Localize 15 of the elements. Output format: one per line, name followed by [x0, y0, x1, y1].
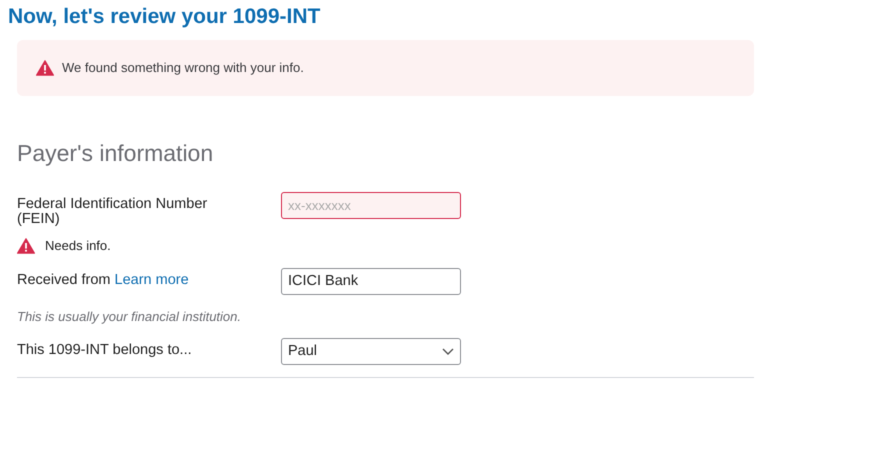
text-field[interactable]: xx-xxxxxxx [281, 192, 461, 219]
chevron-down-icon [442, 348, 454, 355]
alert-message: We found something wrong with your info. [62, 59, 304, 78]
warning-icon [36, 60, 54, 76]
field-label: Received from [17, 272, 110, 288]
learn-more-link[interactable]: Learn more [114, 272, 189, 288]
field-label: Federal Identification Number (FEIN) [17, 197, 208, 227]
text-field[interactable]: ICICI Bank [281, 268, 461, 294]
error-message: Needs info. [45, 237, 111, 255]
field-hint: This is usually your financial institution. [17, 308, 242, 326]
section-title: Payer's information [17, 139, 214, 168]
warning-icon [17, 238, 35, 254]
field-label: This 1099-INT belongs to... [17, 343, 193, 358]
page-title: Now, let's review your 1099-INT [8, 4, 320, 30]
dropdown-field[interactable]: Paul [281, 338, 461, 365]
